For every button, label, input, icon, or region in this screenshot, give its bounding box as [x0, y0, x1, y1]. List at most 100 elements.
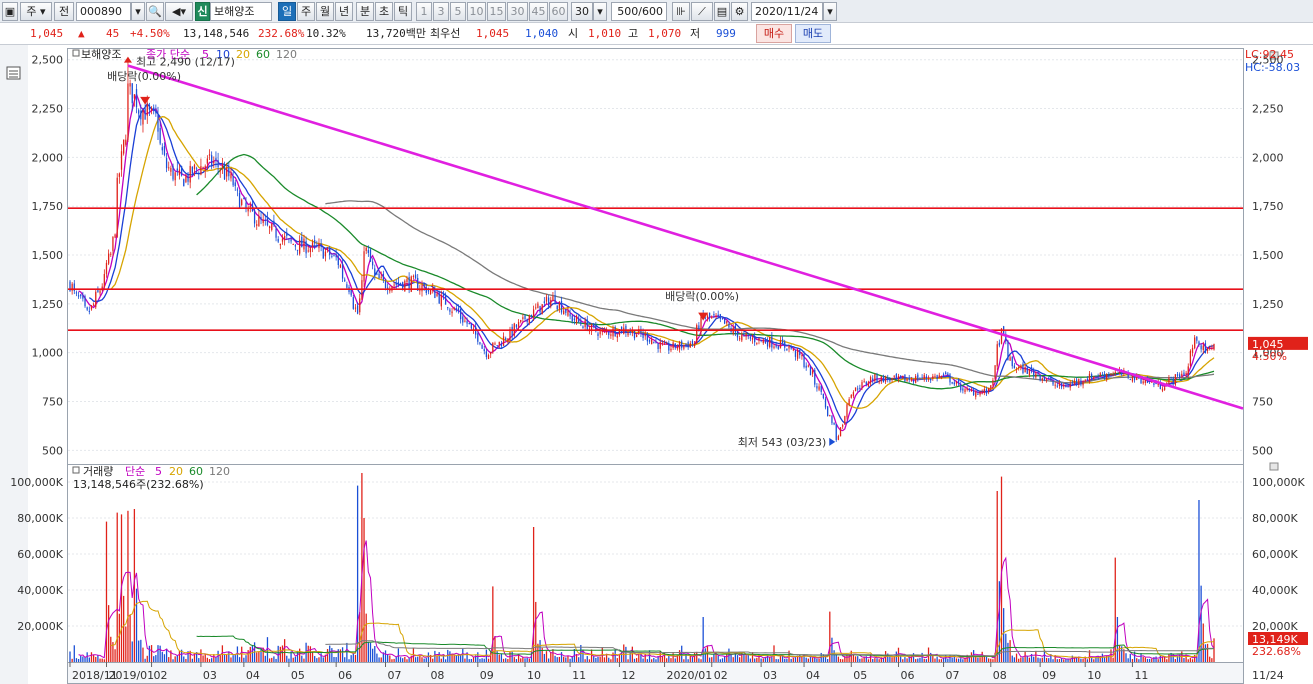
volume-bar	[260, 648, 262, 662]
candle-body	[1052, 381, 1054, 385]
volume-bar	[371, 648, 374, 662]
period-day-button[interactable]: 일	[278, 2, 296, 21]
buy-button[interactable]: 매수	[756, 24, 792, 43]
candle-body	[786, 348, 788, 351]
speaker-icon[interactable]: ◀▾	[165, 2, 193, 21]
interval-count-input[interactable]: 30	[571, 2, 593, 21]
save-icon[interactable]: ▤	[714, 2, 730, 21]
candle-body	[915, 376, 917, 383]
volume-bar	[127, 510, 129, 662]
volume-bar	[464, 658, 466, 662]
minute-3-button[interactable]: 3	[433, 2, 449, 21]
candle-body	[226, 167, 228, 177]
candle-body	[457, 308, 460, 312]
candle-body	[981, 391, 983, 393]
volume-bar	[977, 657, 979, 662]
volume-bar	[88, 657, 90, 662]
candle-body	[86, 307, 88, 310]
code-dropdown-icon[interactable]: ▾	[131, 2, 145, 21]
volume-bar	[215, 657, 217, 662]
candle-body	[1198, 341, 1200, 344]
volume-bar	[867, 659, 870, 662]
period-second-button[interactable]: 초	[375, 2, 393, 21]
candle-body	[910, 379, 913, 381]
minute-5-button[interactable]: 5	[450, 2, 466, 21]
volume-panel-maximize-icon[interactable]	[1269, 462, 1279, 471]
price-tick-right: 1,750	[1252, 200, 1284, 213]
candle-body	[908, 377, 910, 380]
candle-body	[232, 176, 234, 186]
candle-body	[352, 297, 354, 309]
indicator-list-icon[interactable]	[6, 66, 21, 80]
volume-bar	[1093, 659, 1095, 662]
candle-body	[1018, 367, 1020, 369]
candle-tool-icon[interactable]: ⊪	[672, 2, 690, 21]
volume-bar	[393, 658, 395, 662]
volume-bar	[271, 657, 273, 662]
candle-body	[150, 108, 153, 111]
search-icon[interactable]: 🔍	[146, 2, 164, 21]
settings-gear-icon[interactable]: ⚙	[731, 2, 748, 21]
date-tick-label: 04	[246, 669, 260, 682]
candle-body	[440, 295, 442, 307]
candle-body	[567, 310, 569, 316]
candle-body	[953, 382, 955, 385]
period-week-button[interactable]: 주	[297, 2, 315, 21]
minute-30-button[interactable]: 30	[507, 2, 528, 21]
volume-bar	[107, 605, 110, 662]
volume-bar	[481, 658, 483, 662]
candle-body	[777, 346, 779, 349]
market-type-select[interactable]: 주 ▾	[20, 2, 52, 21]
minute-10-button[interactable]: 10	[467, 2, 486, 21]
line-tool-icon[interactable]: ⟋	[691, 2, 713, 21]
period-month-button[interactable]: 월	[316, 2, 334, 21]
volume-bar	[1052, 659, 1054, 662]
window-menu-icon[interactable]: ▣	[2, 2, 18, 21]
chart-area[interactable]: 500 500 750 750 1,000 1,000 1,250 1,250 1,500 1,5…	[0, 45, 1313, 684]
period-tick-button[interactable]: 틱	[394, 2, 412, 21]
stock-code-input[interactable]: 000890	[76, 2, 131, 21]
candle-body	[479, 342, 481, 344]
sell-button[interactable]: 매도	[795, 24, 831, 43]
period-minute-button[interactable]: 분	[356, 2, 374, 21]
volume-bar	[273, 656, 275, 662]
minute-45-button[interactable]: 45	[529, 2, 548, 21]
volume-bar	[380, 657, 382, 662]
volume-bar	[1013, 657, 1016, 662]
candle-body	[807, 365, 809, 367]
date-input[interactable]: 2020/11/24	[751, 2, 823, 21]
volume-legend-box-icon[interactable]	[72, 466, 80, 474]
candle-body	[887, 377, 889, 380]
minute-15-button[interactable]: 15	[487, 2, 506, 21]
candle-body	[878, 381, 880, 383]
candle-body	[726, 321, 728, 324]
all-market-button[interactable]: 전	[54, 2, 74, 21]
candle-body	[365, 247, 367, 251]
candle-body	[833, 422, 835, 425]
candle-body	[1071, 382, 1073, 384]
date-picker-icon[interactable]: ▾	[823, 2, 837, 21]
minute-60-button[interactable]: 60	[549, 2, 568, 21]
volume-bar	[507, 659, 509, 662]
candle-body	[292, 244, 294, 246]
candle-body	[314, 240, 316, 244]
volume-bar	[101, 658, 103, 662]
period-year-button[interactable]: 년	[335, 2, 353, 21]
volume-bar	[281, 645, 284, 662]
interval-count-dropdown-icon[interactable]: ▾	[593, 2, 607, 21]
chart-toolbar: ▣ 주 ▾ 전 000890 ▾ 🔍 ◀▾ 신 보해양조 일 주 월 년 분 초…	[0, 0, 1313, 23]
candle-body	[1174, 374, 1177, 385]
price-volume-chart[interactable]: 500 500750 7501,000 1,0001,250 1,2501,500 1,5…	[0, 45, 1313, 684]
candle-body	[872, 378, 874, 381]
date-tick-label: 09	[1042, 669, 1056, 682]
candle-body	[307, 250, 309, 252]
legend-box-icon[interactable]	[72, 49, 80, 57]
minute-1-button[interactable]: 1	[416, 2, 432, 21]
volume-bar	[1168, 653, 1170, 662]
volume-bar	[552, 649, 554, 662]
candle-body	[565, 309, 567, 313]
bar-range-input[interactable]: 500/600	[611, 2, 667, 21]
volume-bar	[721, 658, 724, 662]
candle-body	[279, 244, 281, 246]
candle-body	[869, 377, 872, 384]
